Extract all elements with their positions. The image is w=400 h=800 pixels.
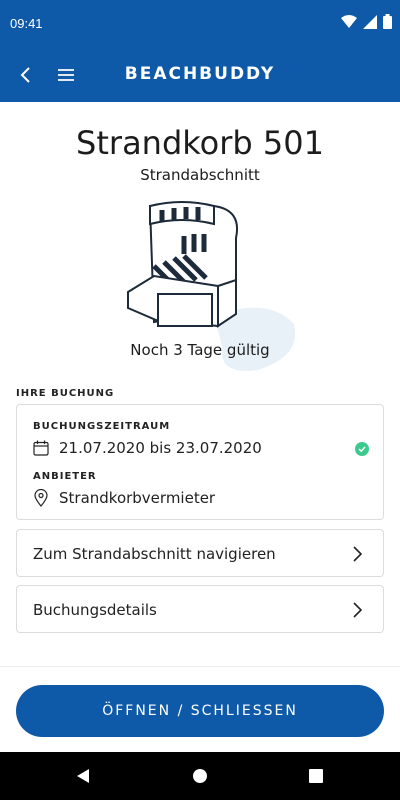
divider: [0, 666, 400, 667]
check-circle-icon: [355, 442, 369, 456]
nav-home-icon[interactable]: [190, 766, 210, 786]
system-nav-bar: [0, 752, 400, 800]
provider-row: Strandkorbvermieter: [33, 489, 215, 507]
booking-period-label: BUCHUNGSZEITRAUM: [33, 421, 171, 432]
app-title: BEACHBUDDY: [124, 64, 276, 84]
chevron-right-icon: [353, 602, 363, 618]
provider-value: Strandkorbvermieter: [59, 489, 216, 507]
status-icons: [341, 14, 392, 29]
battery-icon: [383, 14, 392, 29]
wifi-icon: [341, 14, 357, 28]
provider-label: ANBIETER: [33, 471, 97, 482]
open-close-button[interactable]: ÖFFNEN / SCHLIESSEN: [16, 685, 384, 737]
signal-icon: [363, 14, 377, 29]
calendar-icon: [33, 440, 49, 456]
app-bar: BEACHBUDDY: [0, 48, 400, 102]
navigate-to-beach-button[interactable]: Zum Strandabschnitt navigieren: [16, 529, 384, 577]
status-bar: 09:41: [0, 0, 400, 48]
navigate-label: Zum Strandabschnitt navigieren: [33, 545, 276, 563]
page-title: Strandkorb 501: [76, 124, 324, 162]
details-label: Buchungsdetails: [33, 601, 157, 619]
nav-recents-icon[interactable]: [306, 766, 326, 786]
validity-text: Noch 3 Tage gültig: [130, 341, 270, 359]
booking-card: BUCHUNGSZEITRAUM 21.07.2020 bis 23.07.20…: [16, 404, 384, 520]
booking-details-button[interactable]: Buchungsdetails: [16, 585, 384, 633]
section-label-booking: IHRE BUCHUNG: [16, 388, 115, 399]
booking-period-value: 21.07.2020 bis 23.07.2020: [59, 439, 262, 457]
chevron-right-icon: [353, 546, 363, 562]
page-subtitle: Strandabschnitt: [140, 166, 260, 184]
location-pin-icon: [34, 489, 48, 507]
status-time: 09:41: [10, 16, 43, 31]
nav-back-icon[interactable]: [74, 766, 94, 786]
booking-period-row: 21.07.2020 bis 23.07.2020: [33, 439, 262, 457]
